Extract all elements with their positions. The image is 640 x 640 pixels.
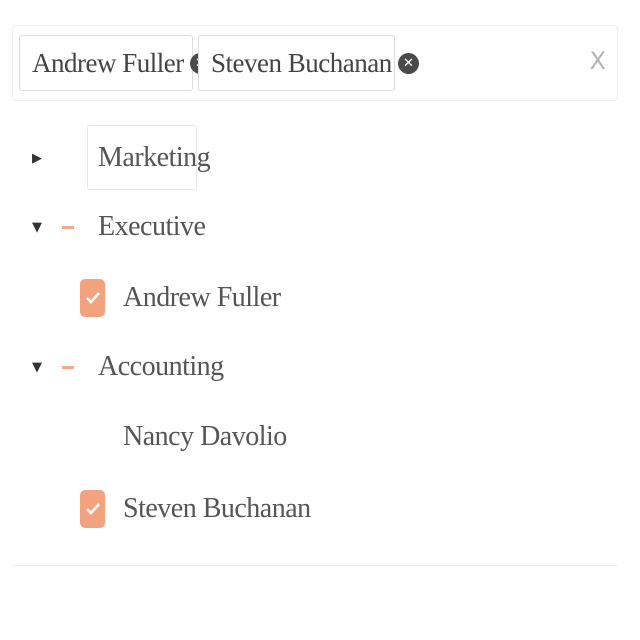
selected-chip[interactable]: Andrew Fuller ✕ [19,35,211,91]
tree-node-marketing[interactable]: ▶ Marketing [0,130,640,186]
tree-node-label: Andrew Fuller [123,282,281,313]
tree-node-label: Accounting [98,351,224,382]
clear-all-button[interactable]: X [590,47,606,75]
close-circle-icon[interactable]: ✕ [397,52,419,74]
checkbox-checked-icon[interactable] [80,490,105,528]
caret-down-icon[interactable]: ▼ [31,360,43,375]
tree-node-label: Nancy Davolio [123,421,287,452]
chip-label: Steven Buchanan [211,47,392,78]
multiselect-input[interactable]: Andrew Fuller ✕ Steven Buchanan ✕ X [12,25,618,101]
tree-node-steven-buchanan[interactable]: Steven Buchanan [0,481,640,537]
popup-bottom-divider [12,565,618,566]
checkbox-checked-icon[interactable] [80,279,105,317]
partial-check-icon[interactable] [62,225,74,229]
tree-node-nancy-davolio[interactable]: Nancy Davolio [0,409,640,465]
tree-node-executive[interactable]: ▼ Executive [0,199,640,255]
caret-right-icon[interactable]: ▶ [31,151,43,166]
tree-node-label: Executive [98,211,206,242]
tree-node-label: Marketing [98,142,211,173]
chip-label: Andrew Fuller [32,47,184,78]
tree-node-accounting[interactable]: ▼ Accounting [0,339,640,395]
tree-node-andrew-fuller[interactable]: Andrew Fuller [0,270,640,326]
caret-down-icon[interactable]: ▼ [31,220,43,235]
tree-node-label: Steven Buchanan [123,493,311,524]
partial-check-icon[interactable] [62,365,74,369]
selected-chip[interactable]: Steven Buchanan ✕ [198,35,419,91]
